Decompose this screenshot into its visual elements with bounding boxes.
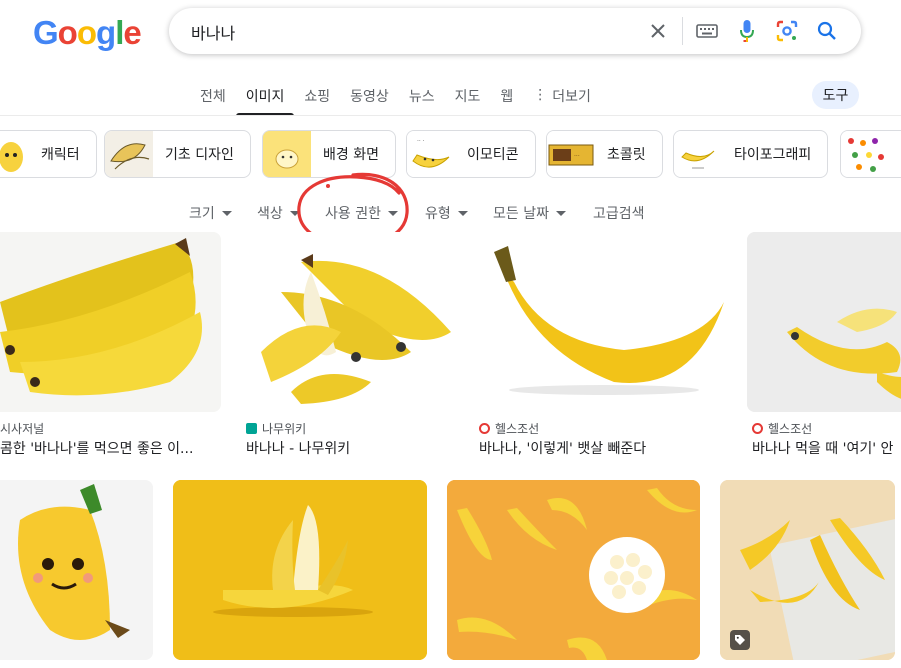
result-title[interactable]: 바나나, '이렇게' 뱃살 빼준다: [479, 438, 729, 458]
result-image[interactable]: [0, 480, 153, 660]
tab-web[interactable]: 웹: [490, 80, 523, 116]
search-input[interactable]: 바나나: [191, 20, 235, 44]
advanced-search-link[interactable]: 고급검색: [593, 203, 645, 223]
chip-thumbnail: ·· ·: [407, 131, 455, 177]
search-divider: [682, 17, 683, 45]
result-image[interactable]: [447, 480, 700, 660]
result-source[interactable]: 나무위키: [246, 420, 306, 437]
result-image[interactable]: [720, 480, 895, 660]
caret-down-icon: [457, 211, 468, 216]
source-name: 헬스조선: [768, 422, 813, 436]
svg-text:···: ···: [574, 153, 580, 160]
logo-letter: g: [96, 14, 116, 51]
chip-label: 이모티콘: [467, 147, 519, 163]
tab-shopping[interactable]: 쇼핑: [294, 80, 340, 116]
nav-divider: [0, 115, 901, 116]
filter-size[interactable]: 크기: [189, 203, 232, 223]
microphone-icon[interactable]: [727, 16, 767, 46]
chip-label: 초콜릿: [607, 147, 646, 163]
caret-down-icon: [221, 211, 232, 216]
product-tag-icon: [730, 630, 750, 650]
chip-basic-design[interactable]: 기초 디자인: [104, 130, 251, 178]
result-title[interactable]: 바나나 먹을 때 '여기' 안: [752, 438, 901, 458]
chip-chocolate[interactable]: ··· 초콜릿: [546, 130, 663, 178]
chip-label: 캐릭터: [41, 147, 80, 163]
source-name: 나무위키: [262, 422, 307, 436]
related-chips: 캐릭터 기초 디자인 배경 화면 ·· · 이모티콘 ··· 초콜릿 타이포그래…: [0, 130, 901, 180]
chip-emoticon[interactable]: ·· · 이모티콘: [406, 130, 536, 178]
healthchosun-favicon: [479, 423, 490, 434]
logo-letter: o: [57, 14, 78, 51]
result-image[interactable]: [241, 232, 454, 412]
result-title[interactable]: 바나나 - 나무위키: [246, 438, 456, 458]
chip-fruits[interactable]: [840, 130, 901, 178]
chip-thumbnail: [674, 131, 722, 177]
result-image[interactable]: [474, 232, 727, 412]
filter-color[interactable]: 색상: [257, 203, 300, 223]
tab-more[interactable]: ⋮ 더보기: [523, 80, 601, 116]
clear-icon[interactable]: [638, 16, 678, 46]
tab-news[interactable]: 뉴스: [399, 80, 445, 116]
logo-letter: G: [33, 14, 59, 51]
chip-thumbnail: [0, 131, 39, 177]
chip-typography[interactable]: 타이포그래피: [673, 130, 829, 178]
source-name: 시사저널: [0, 422, 45, 436]
caret-down-icon: [555, 211, 566, 216]
chip-thumbnail: ···: [547, 131, 595, 177]
filter-color-label: 색상: [257, 206, 283, 222]
filter-date[interactable]: 모든 날짜: [493, 203, 566, 223]
logo-letter: e: [123, 14, 141, 51]
result-title[interactable]: 콤한 '바나나'를 먹으면 좋은 이...: [0, 438, 215, 458]
logo-letter: l: [115, 14, 124, 51]
lens-icon[interactable]: [767, 16, 807, 46]
chip-thumbnail: [841, 131, 889, 177]
filter-size-label: 크기: [189, 206, 215, 222]
result-image[interactable]: [747, 232, 901, 412]
search-icon[interactable]: [807, 16, 847, 46]
more-vert-icon: ⋮: [533, 87, 548, 103]
result-image[interactable]: [173, 480, 427, 660]
result-source[interactable]: 헬스조선: [479, 420, 539, 437]
result-source[interactable]: 헬스조선: [752, 420, 812, 437]
search-box[interactable]: 바나나: [169, 8, 861, 54]
tab-images[interactable]: 이미지: [235, 80, 295, 116]
filter-type-label: 유형: [425, 206, 451, 222]
search-type-tabs: 전체 이미지 쇼핑 동영상 뉴스 지도 웹 ⋮ 더보기: [190, 80, 601, 116]
chip-label: 타이포그래피: [734, 147, 812, 163]
tab-all[interactable]: 전체: [190, 80, 236, 116]
keyboard-icon[interactable]: [687, 16, 727, 46]
filter-date-label: 모든 날짜: [493, 206, 549, 222]
tools-button[interactable]: 도구: [812, 81, 859, 109]
filter-type[interactable]: 유형: [425, 203, 468, 223]
svg-text:·· ·: ·· ·: [417, 138, 425, 145]
namuwiki-favicon: [246, 423, 257, 434]
chip-label: 기초 디자인: [165, 147, 234, 163]
result-source[interactable]: 시사저널: [0, 420, 44, 437]
chip-character[interactable]: 캐릭터: [0, 130, 97, 178]
result-image[interactable]: [0, 232, 221, 412]
logo-letter: o: [76, 14, 97, 51]
google-logo[interactable]: Google: [33, 14, 142, 52]
tab-videos[interactable]: 동영상: [340, 80, 399, 116]
tab-maps[interactable]: 지도: [445, 80, 491, 116]
chip-thumbnail: [105, 131, 153, 177]
healthchosun-favicon: [752, 423, 763, 434]
source-name: 헬스조선: [495, 422, 540, 436]
chip-label: 배경 화면: [323, 147, 379, 163]
tab-more-label: 더보기: [552, 89, 591, 105]
